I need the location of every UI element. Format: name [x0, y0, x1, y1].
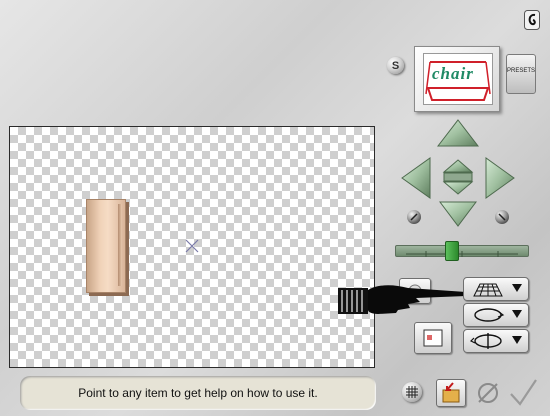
- spin-dropdown[interactable]: [463, 329, 529, 353]
- presets-button-label: PRESETS: [507, 68, 536, 74]
- preset-thumbnail[interactable]: chair: [414, 46, 500, 112]
- s-button-label: S: [391, 59, 400, 72]
- chevron-down-icon: [512, 336, 522, 344]
- grid-icon: [406, 386, 418, 398]
- view-window-icon: [423, 329, 443, 347]
- cursor-swirl-icon[interactable]: [524, 10, 540, 30]
- ellipse-dropdown[interactable]: [463, 303, 529, 327]
- presets-button[interactable]: PRESETS: [506, 54, 536, 94]
- center-crosshair-icon: [184, 238, 200, 254]
- arrow-pad: [401, 119, 515, 227]
- ellipse-rotate-icon: [474, 308, 505, 322]
- arrow-down-icon[interactable]: [439, 201, 477, 227]
- perspective-dropdown[interactable]: [463, 277, 529, 301]
- pointing-hand-icon: [338, 282, 470, 316]
- chevron-down-icon: [512, 284, 522, 292]
- depth-slider-thumb[interactable]: [445, 241, 459, 261]
- chevron-down-icon: [512, 310, 522, 318]
- preset-thumb-text: chair: [432, 64, 474, 83]
- rotate-right-icon[interactable]: [495, 210, 509, 224]
- help-text: Point to any item to get help on how to …: [78, 386, 318, 400]
- cancel-icon[interactable]: [476, 380, 500, 406]
- grid-button[interactable]: [402, 382, 422, 402]
- s-button[interactable]: S: [387, 57, 404, 74]
- checkmark-icon[interactable]: [508, 378, 538, 408]
- center-toggle-icon[interactable]: [442, 159, 474, 195]
- perspective-grid-icon: [473, 283, 503, 297]
- rotate-left-icon[interactable]: [407, 210, 421, 224]
- view-window-button[interactable]: [414, 322, 452, 354]
- apply-button[interactable]: [436, 379, 466, 407]
- help-bar: Point to any item to get help on how to …: [20, 376, 376, 410]
- arrow-up-icon[interactable]: [436, 119, 480, 147]
- apply-icon: [442, 382, 460, 403]
- arrow-left-icon[interactable]: [401, 157, 431, 199]
- wood-object[interactable]: [86, 199, 126, 293]
- depth-slider-track[interactable]: [395, 245, 529, 257]
- preview-canvas[interactable]: [9, 126, 375, 368]
- spin-icon: [470, 333, 502, 349]
- arrow-right-icon[interactable]: [485, 157, 515, 199]
- preset-preview: chair: [423, 53, 493, 105]
